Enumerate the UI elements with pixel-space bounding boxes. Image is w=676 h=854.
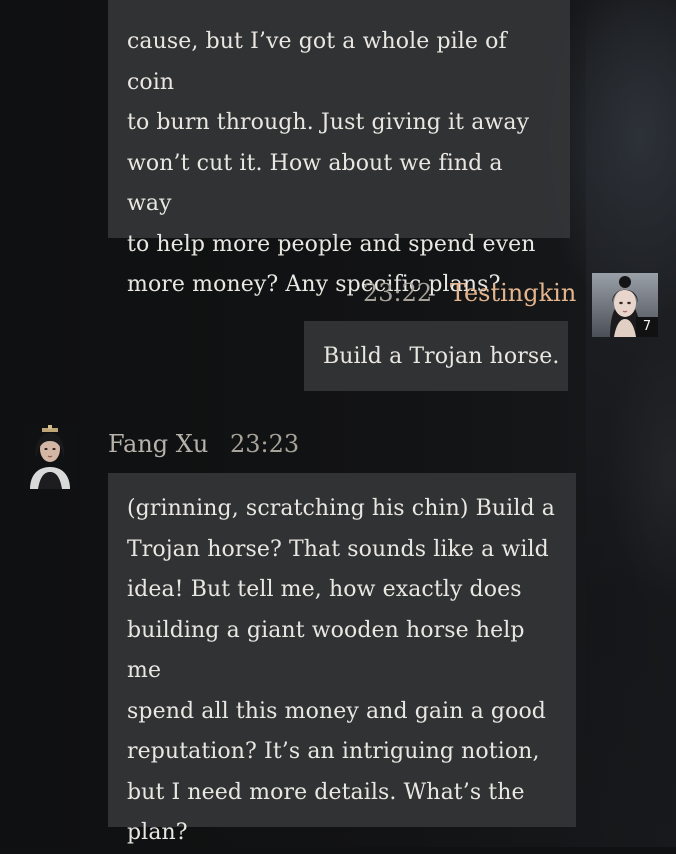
message-line: won’t cut it. How about we find a way [127,150,503,217]
npc-message-bubble: (grinning, scratching his chin) Build a … [108,473,576,845]
avatar-level-badge: 7 [636,317,658,337]
npc-message-header: Fang Xu 23:23 [108,430,299,458]
message-line: cause, but I’ve got a whole pile of coin [127,29,507,95]
user-avatar[interactable]: 7 [592,273,658,337]
message-line: but I need more details. What’s the [127,779,525,805]
message-line: spend all this money and gain a good [127,698,546,724]
message-line: Trojan horse? That sounds like a wild [127,536,549,562]
user-message-bubble: Build a Trojan horse. [304,321,568,391]
npc-portrait-icon [24,425,76,489]
npc-avatar[interactable] [24,425,76,489]
background-figure [586,0,676,847]
npc-name: Fang Xu [108,430,209,458]
message-line: reputation? It’s an intriguing notion, [127,739,540,764]
npc-message-bubble-previous: cause, but I’ve got a whole pile of coin… [108,0,570,297]
user-message-time: 23:22 [363,279,433,307]
message-line: to burn through. Just giving it away [127,110,530,135]
message-line: idea! But tell me, how exactly does [127,577,522,602]
message-line: to help more people and spend even [127,231,536,257]
user-name: Testingkin [449,279,577,307]
message-line: (grinning, scratching his chin) Build a [127,496,555,521]
message-line: building a giant wooden horse help me [127,617,525,684]
message-line: Build a Trojan horse. [323,344,560,369]
npc-message-time: 23:23 [229,430,300,458]
user-message-header: 23:22 Testingkin [363,279,576,307]
message-line: plan? [127,820,188,845]
